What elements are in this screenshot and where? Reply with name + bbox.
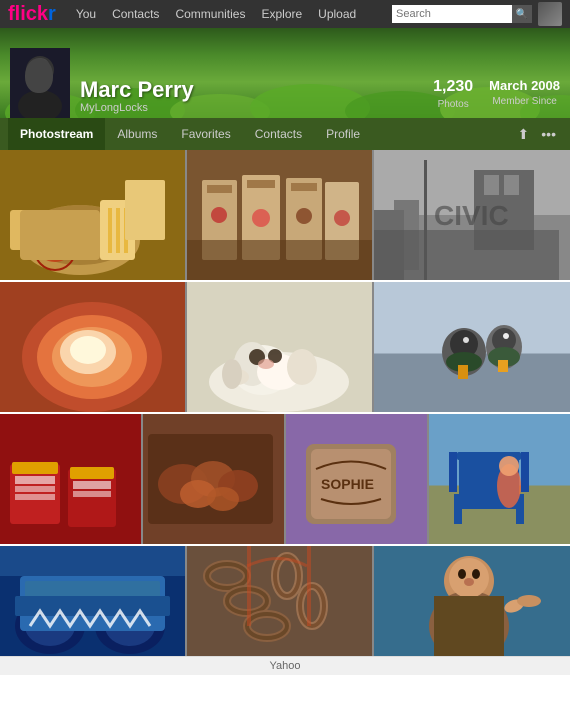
photo-svg-3: CIVIC — [374, 150, 570, 280]
photo-street[interactable]: CIVIC — [374, 150, 570, 280]
member-date: March 2008 — [489, 78, 560, 93]
photo-chains[interactable] — [187, 546, 372, 656]
search-input[interactable] — [392, 5, 512, 23]
photo-jars[interactable] — [0, 414, 141, 544]
photo-svg-6 — [374, 282, 570, 412]
subnav-profile[interactable]: Profile — [314, 118, 372, 150]
photo-svg-4 — [0, 282, 185, 412]
photo-svg-11 — [0, 546, 185, 656]
photos-count: 1,230 — [433, 78, 473, 96]
yahoo-text: Yahoo — [270, 660, 301, 672]
subnav-photostream[interactable]: Photostream — [8, 118, 105, 150]
photo-svg-8 — [143, 414, 284, 544]
profile-username: MyLongLocks — [80, 102, 194, 114]
subnav-contacts[interactable]: Contacts — [243, 118, 314, 150]
subnav-favorites[interactable]: Favorites — [169, 118, 242, 150]
nav-communities[interactable]: Communities — [167, 0, 253, 28]
photo-svg-1 — [0, 150, 185, 280]
share-icon[interactable]: ⬆ — [512, 126, 536, 143]
profile-stats: 1,230 Photos March 2008 Member Since — [433, 78, 560, 110]
search-button[interactable]: 🔍 — [512, 5, 532, 23]
photo-svg-12 — [187, 546, 372, 656]
profile-name: Marc Perry — [80, 78, 194, 102]
member-since-stat: March 2008 Member Since — [489, 78, 560, 110]
more-icon[interactable]: ••• — [535, 126, 562, 142]
photo-coffee-bags[interactable] — [187, 150, 372, 280]
profile-avatar[interactable] — [10, 48, 70, 118]
svg-text:CIVIC: CIVIC — [434, 200, 509, 231]
photo-row-1: CIVIC — [0, 150, 570, 280]
avatar-svg — [10, 48, 70, 118]
member-since-label: Member Since — [492, 96, 556, 107]
stats-row: 1,230 Photos March 2008 Member Since — [433, 78, 560, 110]
photo-svg-2 — [187, 150, 372, 280]
logo-pink: flick — [8, 3, 48, 25]
photo-svg-7 — [0, 414, 141, 544]
logo-blue: r — [48, 3, 56, 25]
photos-stat: 1,230 Photos — [433, 78, 473, 110]
top-navigation: flickr You Contacts Communities Explore … — [0, 0, 570, 28]
subnav-albums[interactable]: Albums — [105, 118, 169, 150]
photo-row-4 — [0, 546, 570, 656]
photo-puppy[interactable] — [187, 282, 372, 412]
photo-sandwich[interactable] — [0, 150, 185, 280]
photo-monster-truck[interactable] — [0, 546, 185, 656]
flickr-logo[interactable]: flickr — [8, 3, 56, 26]
photo-duck[interactable] — [374, 282, 570, 412]
photo-row-3: SOPHIE — [0, 414, 570, 544]
photos-label: Photos — [438, 99, 469, 110]
photo-blue-chair[interactable] — [429, 414, 570, 544]
photo-row-2 — [0, 282, 570, 412]
nav-you[interactable]: You — [68, 0, 104, 28]
photo-svg-9: SOPHIE — [286, 414, 427, 544]
photo-sophie-badge[interactable]: SOPHIE — [286, 414, 427, 544]
profile-section: Marc Perry MyLongLocks — [0, 48, 204, 118]
photo-man-portrait[interactable] — [374, 546, 570, 656]
yahoo-footer: Yahoo — [0, 656, 570, 675]
photo-svg-13 — [374, 546, 570, 656]
photo-bowl[interactable] — [0, 282, 185, 412]
photo-svg-5 — [187, 282, 372, 412]
user-avatar-small[interactable] — [538, 2, 562, 26]
photo-roasted[interactable] — [143, 414, 284, 544]
svg-text:SOPHIE: SOPHIE — [321, 476, 374, 492]
nav-upload[interactable]: Upload — [310, 0, 364, 28]
photo-svg-10 — [429, 414, 570, 544]
nav-explore[interactable]: Explore — [253, 0, 310, 28]
profile-info: Marc Perry MyLongLocks — [80, 78, 194, 118]
hero-banner: Marc Perry MyLongLocks 1,230 Photos Marc… — [0, 28, 570, 118]
sub-navigation: Photostream Albums Favorites Contacts Pr… — [0, 118, 570, 150]
nav-contacts[interactable]: Contacts — [104, 0, 167, 28]
